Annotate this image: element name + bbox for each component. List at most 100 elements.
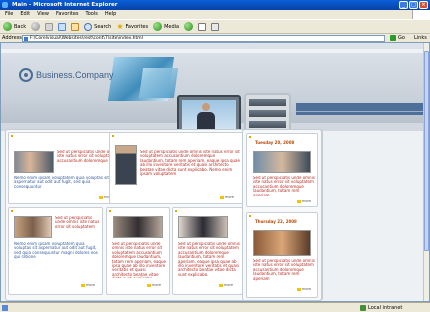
news-photo xyxy=(253,151,311,173)
news-text: Sed ut perspiciatis unde omnis iste natu… xyxy=(253,176,315,196)
print-button[interactable] xyxy=(211,22,220,31)
menu-help[interactable]: Help xyxy=(105,10,116,19)
site-logo[interactable]: Business.Company xyxy=(19,68,114,82)
media-button[interactable]: Media xyxy=(153,22,179,31)
zone-label: Local intranet xyxy=(368,305,403,311)
person-head xyxy=(202,103,210,111)
card-text: Sed ut perspiciatis unde omnis iste natu… xyxy=(112,242,166,278)
card-text: Sed ut perspiciatis unde omnis iste natu… xyxy=(55,216,100,229)
search-label: Search xyxy=(94,23,112,30)
more-label: more xyxy=(86,283,96,287)
minimize-button[interactable]: _ xyxy=(399,1,408,9)
page-done-icon xyxy=(2,305,8,311)
more-link[interactable]: more xyxy=(81,283,95,287)
more-link[interactable]: more xyxy=(297,287,311,291)
address-value: F:\Corelvisual\Websites\rest\cont\7\site… xyxy=(30,36,143,41)
mail-button[interactable] xyxy=(198,22,207,31)
more-icon xyxy=(219,283,223,287)
status-bar: Local intranet xyxy=(0,302,430,312)
bullet-icon xyxy=(11,135,13,137)
browser-viewport: Business.Company Sed ut perspiciatis und… xyxy=(0,42,430,302)
content-card: Sed ut perspiciatis unde omnis iste natu… xyxy=(8,207,103,295)
back-label: Back xyxy=(14,23,27,30)
website: Business.Company Sed ut perspiciatis und… xyxy=(1,43,424,301)
more-label: more xyxy=(302,199,312,203)
media-label: Media xyxy=(164,23,180,30)
home-button[interactable] xyxy=(71,22,80,31)
more-icon xyxy=(220,195,224,199)
more-label: more xyxy=(224,283,234,287)
side-menu-item[interactable] xyxy=(249,110,286,117)
more-link[interactable]: more xyxy=(219,283,233,287)
ie-icon xyxy=(2,2,8,8)
menu-favorites[interactable]: Favorites xyxy=(56,10,79,19)
news-photo xyxy=(253,230,311,256)
menu-file[interactable]: File xyxy=(5,10,13,19)
stop-button[interactable] xyxy=(45,22,54,31)
news-item: Thursday 22, 2008 Sed ut perspiciatis un… xyxy=(246,212,318,298)
menu-view[interactable]: View xyxy=(37,10,49,19)
nav-band xyxy=(296,103,424,115)
card-text: Nemo enim ipsam voluptatem quia voluptas… xyxy=(14,176,109,189)
side-menu-item[interactable] xyxy=(249,121,286,128)
media-icon xyxy=(153,22,163,31)
discussion-photo xyxy=(178,216,228,238)
search-button[interactable]: Search xyxy=(84,22,112,31)
bullet-icon xyxy=(11,210,13,212)
window-titlebar: Main - Microsoft Internet Explorer _ □ × xyxy=(0,0,430,10)
page-icon xyxy=(24,37,28,41)
more-link[interactable]: more xyxy=(147,283,161,287)
menu-edit[interactable]: Edit xyxy=(20,10,30,19)
news-column: Tuesday 20, 2008 Sed ut perspiciatis und… xyxy=(242,129,322,301)
more-icon xyxy=(99,195,103,199)
close-button[interactable]: × xyxy=(419,1,428,9)
back-button[interactable]: Back xyxy=(3,22,26,31)
team-photo xyxy=(115,145,137,185)
bullet-icon xyxy=(112,135,114,137)
side-menu-item[interactable] xyxy=(249,99,286,106)
more-label: more xyxy=(225,195,235,199)
vertical-scrollbar[interactable] xyxy=(423,43,429,301)
security-zone: Local intranet xyxy=(360,303,402,312)
more-icon xyxy=(81,283,85,287)
more-link[interactable]: more xyxy=(297,199,311,203)
card-text: Sed ut perspiciatis unde omnis iste natu… xyxy=(178,242,240,277)
more-icon xyxy=(297,199,301,203)
bullet-icon xyxy=(175,210,177,212)
bullet-icon xyxy=(109,210,111,212)
go-button[interactable]: Go xyxy=(390,35,405,41)
menu-tools[interactable]: Tools xyxy=(86,10,98,19)
toolbar: Back Search ★ Favorites Media xyxy=(0,19,430,33)
bullet-icon xyxy=(249,215,251,217)
favorites-button[interactable]: ★ Favorites xyxy=(116,21,148,31)
star-icon: ★ xyxy=(116,21,124,31)
logo-mark-icon xyxy=(19,68,33,82)
handshake-photo xyxy=(113,216,163,238)
content-card: Sed ut perspiciatis unde omnis iste natu… xyxy=(106,207,170,295)
content-card: Sed ut perspiciatis unde omnis iste natu… xyxy=(172,207,243,295)
news-date: Tuesday 20, 2008 xyxy=(255,140,295,145)
go-arrow-icon xyxy=(390,35,396,41)
content-card: Sed ut perspiciatis unde omnis iste natu… xyxy=(8,132,121,204)
news-date: Thursday 22, 2008 xyxy=(255,219,297,224)
logo-text: Business.Company xyxy=(36,70,114,80)
content-card: Sed ut perspiciatis unde omnis iste natu… xyxy=(109,132,243,204)
more-icon xyxy=(147,283,151,287)
maximize-button[interactable]: □ xyxy=(409,1,418,9)
address-bar: Address F:\Corelvisual\Websites\rest\con… xyxy=(0,33,430,42)
scrollbar-thumb[interactable] xyxy=(424,51,429,251)
header-highlight xyxy=(1,49,424,53)
intranet-icon xyxy=(360,305,366,311)
refresh-button[interactable] xyxy=(58,22,67,31)
more-icon xyxy=(297,287,301,291)
header-graphic-2 xyxy=(138,68,179,98)
history-button[interactable] xyxy=(184,22,194,31)
go-label: Go xyxy=(398,35,405,41)
forward-button[interactable] xyxy=(31,22,41,31)
address-input[interactable]: F:\Corelvisual\Websites\rest\cont\7\site… xyxy=(22,35,385,42)
menu-bar: File Edit View Favorites Tools Help xyxy=(0,10,430,19)
office-photo xyxy=(14,151,54,173)
more-link[interactable]: more xyxy=(220,195,234,199)
more-label: more xyxy=(152,283,162,287)
meeting-photo xyxy=(14,216,52,238)
